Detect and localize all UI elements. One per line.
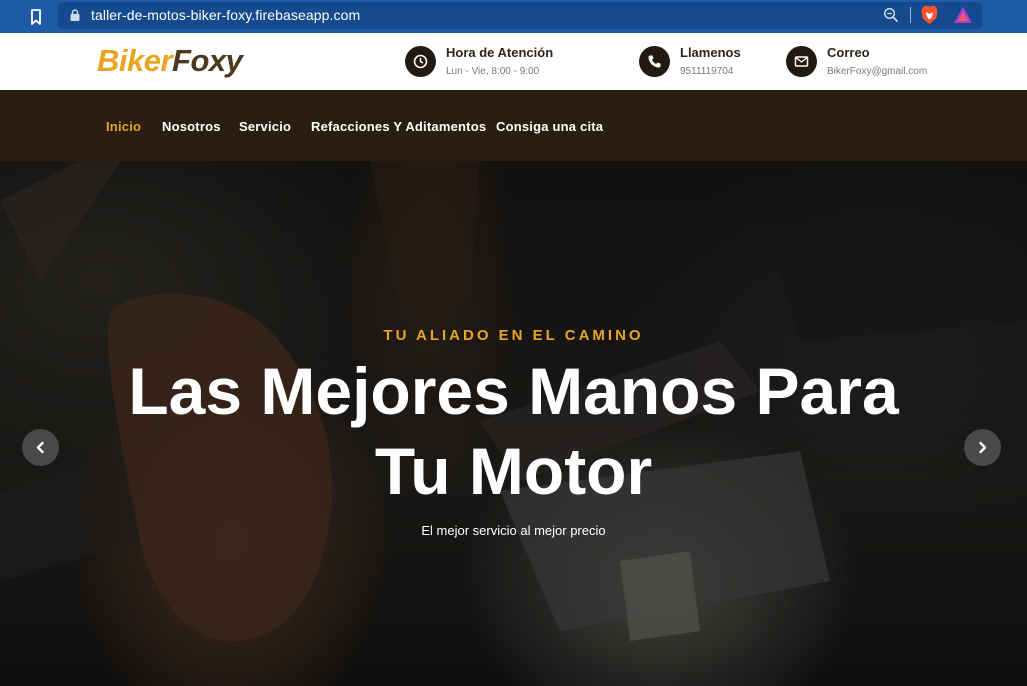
carousel-next-button[interactable] bbox=[964, 429, 1001, 466]
envelope-icon bbox=[786, 46, 817, 77]
info-email-value[interactable]: BikerFoxy@gmail.com bbox=[827, 66, 927, 77]
info-phone-value[interactable]: 9511119704 bbox=[680, 66, 733, 77]
brave-shield-icon[interactable] bbox=[920, 5, 939, 25]
nav-item-refacciones[interactable]: Refacciones Y Aditamentos bbox=[311, 119, 486, 134]
nav-item-servicio[interactable]: Servicio bbox=[239, 119, 291, 134]
nav-item-nosotros[interactable]: Nosotros bbox=[162, 119, 221, 134]
hero-description: El mejor servicio al mejor precio bbox=[421, 523, 606, 538]
info-phone-title: Llamenos bbox=[680, 45, 741, 60]
logo-part-biker: Biker bbox=[97, 43, 173, 78]
toolbar-separator bbox=[910, 7, 911, 23]
nav-item-cita[interactable]: Consiga una cita bbox=[496, 119, 603, 134]
chevron-right-icon bbox=[979, 441, 987, 454]
chevron-left-icon bbox=[36, 441, 44, 454]
hero-subtitle: TU ALIADO EN EL CAMINO bbox=[383, 327, 644, 344]
site-logo[interactable]: BikerFoxy bbox=[97, 43, 243, 79]
info-hours-title: Hora de Atención bbox=[446, 45, 554, 60]
clock-icon bbox=[405, 46, 436, 77]
carousel-prev-button[interactable] bbox=[22, 429, 59, 466]
brave-rewards-icon[interactable] bbox=[953, 6, 973, 24]
url-text: taller-de-motos-biker-foxy.firebaseapp.c… bbox=[91, 7, 361, 23]
info-hours-value: Lun - Vie, 8:00 - 9:00 bbox=[446, 66, 540, 77]
hero-title-line1: Las Mejores Manos Para bbox=[128, 354, 899, 428]
hero-title: Las Mejores Manos Para Tu Motor bbox=[0, 351, 1027, 511]
zoom-icon[interactable] bbox=[883, 7, 899, 23]
info-email-title: Correo bbox=[827, 45, 870, 60]
lock-icon[interactable] bbox=[68, 8, 82, 22]
browser-address-bar: taller-de-motos-biker-foxy.firebaseapp.c… bbox=[0, 0, 1027, 33]
logo-part-foxy: Foxy bbox=[172, 43, 243, 78]
main-navigation: Inicio Nosotros Servicio Refacciones Y A… bbox=[0, 90, 1027, 161]
hero-title-line2: Tu Motor bbox=[374, 434, 653, 508]
bookmark-icon[interactable] bbox=[26, 7, 46, 27]
site-topbar: BikerFoxy Hora de Atención Lun - Vie, 8:… bbox=[0, 33, 1027, 90]
url-field[interactable]: taller-de-motos-biker-foxy.firebaseapp.c… bbox=[58, 2, 982, 29]
hero-carousel: TU ALIADO EN EL CAMINO Las Mejores Manos… bbox=[0, 161, 1027, 686]
phone-icon bbox=[639, 46, 670, 77]
nav-item-inicio[interactable]: Inicio bbox=[106, 119, 141, 134]
